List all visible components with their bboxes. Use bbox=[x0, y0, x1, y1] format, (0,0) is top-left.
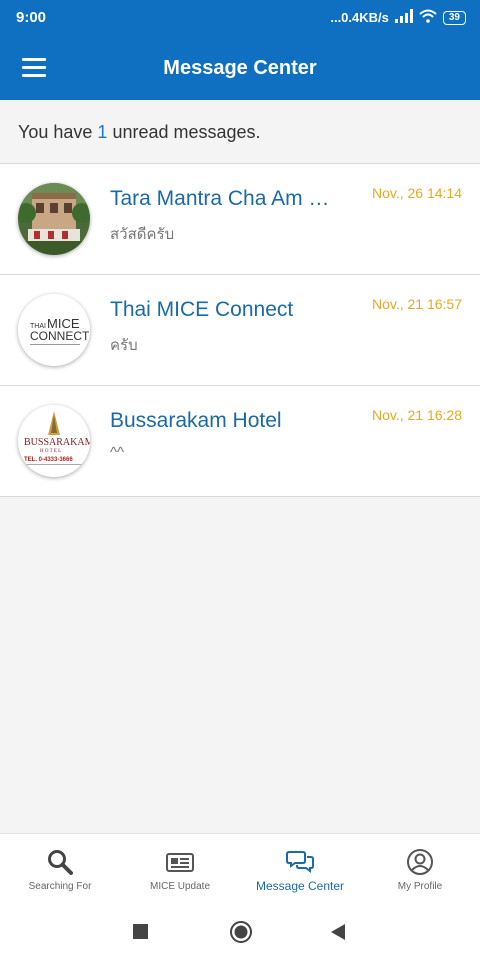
message-list: Tara Mantra Cha Am R... สวัสดีครับ Nov.,… bbox=[0, 164, 480, 497]
sender-name: Thai MICE Connect bbox=[110, 298, 294, 321]
list-item[interactable]: BUSSARAKAM H O T E L TEL. 0-4333-3666 Bu… bbox=[0, 386, 480, 497]
svg-text:CONNECT: CONNECT bbox=[30, 329, 90, 343]
chat-bubbles-icon bbox=[286, 848, 314, 876]
sender-name: Tara Mantra Cha Am R... bbox=[110, 187, 340, 210]
message-preview: ^^ bbox=[110, 444, 125, 461]
list-item[interactable]: THAI MICE CONNECT Thai MICE Connect ครับ… bbox=[0, 275, 480, 386]
page-title: Message Center bbox=[163, 57, 317, 79]
home-icon[interactable] bbox=[229, 920, 253, 949]
system-navigation-bar bbox=[0, 903, 480, 960]
status-time: 9:00 bbox=[16, 9, 47, 26]
nav-message-center[interactable]: Message Center bbox=[240, 834, 360, 903]
sender-name: Bussarakam Hotel bbox=[110, 409, 282, 432]
battery-icon: 39 bbox=[442, 10, 466, 25]
message-time: Nov., 26 14:14 bbox=[371, 185, 462, 201]
unread-count: 1 bbox=[97, 122, 108, 142]
wifi-icon bbox=[419, 9, 437, 26]
nav-label: Message Center bbox=[255, 879, 345, 893]
signal-icon bbox=[394, 9, 413, 26]
newspaper-icon bbox=[166, 848, 194, 876]
nav-my-profile[interactable]: My Profile bbox=[360, 834, 480, 903]
nav-searching-for[interactable]: Searching For bbox=[0, 834, 120, 903]
hotel-photo-avatar bbox=[18, 183, 90, 255]
message-preview: สวัสดีครับ bbox=[110, 226, 175, 243]
nav-label: My Profile bbox=[397, 881, 443, 892]
status-bar: 9:00 ...0.4KB/s 39 bbox=[0, 0, 480, 36]
svg-text:H O T E L: H O T E L bbox=[40, 449, 61, 454]
message-preview: ครับ bbox=[110, 337, 138, 354]
status-icons: ...0.4KB/s 39 bbox=[330, 9, 466, 26]
thai-mice-connect-logo: THAI MICE CONNECT bbox=[18, 294, 90, 366]
recent-apps-icon[interactable] bbox=[133, 924, 149, 945]
unread-summary: You have 1 unread messages. bbox=[0, 100, 480, 164]
svg-text:BUSSARAKAM: BUSSARAKAM bbox=[24, 437, 90, 448]
app-bar: Message Center bbox=[0, 36, 480, 100]
back-icon[interactable] bbox=[330, 924, 346, 945]
bottom-nav: Searching For MICE Update Message Center… bbox=[0, 833, 480, 903]
bussarakam-hotel-logo: BUSSARAKAM H O T E L TEL. 0-4333-3666 bbox=[18, 405, 90, 477]
unread-text: You have 1 unread messages. bbox=[18, 122, 261, 142]
message-time: Nov., 21 16:57 bbox=[371, 296, 462, 312]
list-item[interactable]: Tara Mantra Cha Am R... สวัสดีครับ Nov.,… bbox=[0, 164, 480, 275]
svg-text:TEL. 0-4333-3666: TEL. 0-4333-3666 bbox=[24, 457, 73, 463]
search-icon bbox=[46, 848, 74, 876]
message-time: Nov., 21 16:28 bbox=[371, 407, 462, 423]
user-circle-icon bbox=[406, 848, 434, 876]
nav-label: MICE Update bbox=[149, 881, 211, 892]
nav-label: Searching For bbox=[28, 881, 92, 892]
nav-mice-update[interactable]: MICE Update bbox=[120, 834, 240, 903]
network-speed: ...0.4KB/s bbox=[330, 10, 389, 25]
